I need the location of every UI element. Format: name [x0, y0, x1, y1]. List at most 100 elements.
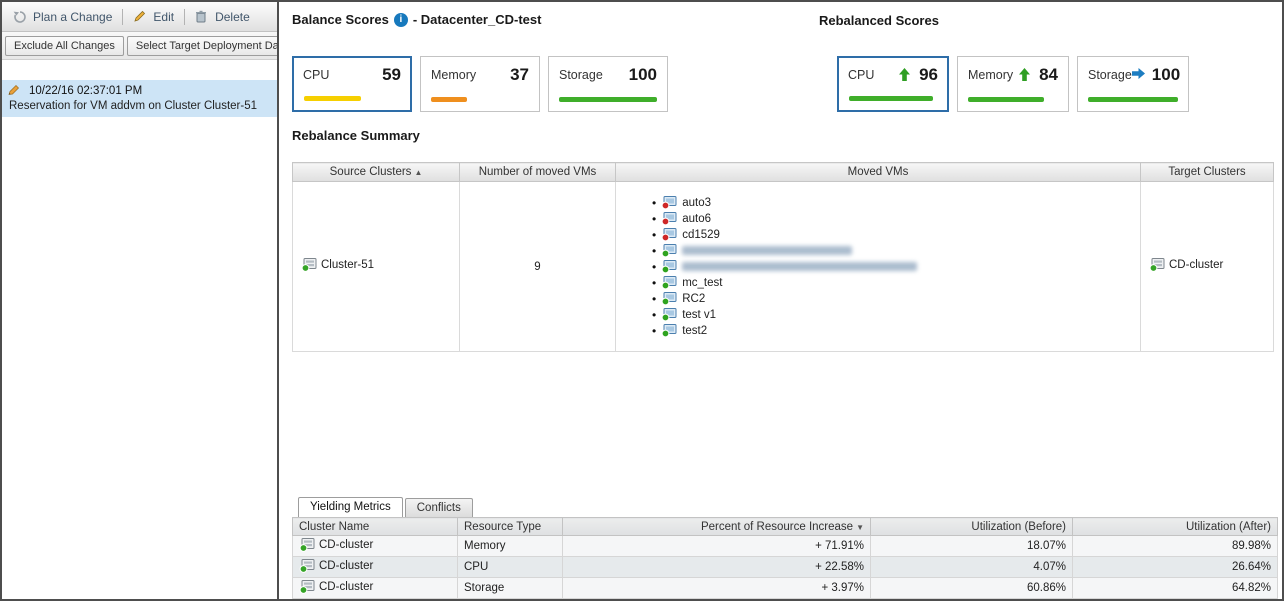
- tab-conflicts[interactable]: Conflicts: [405, 498, 473, 517]
- score-cards-row: CPU 59 Memory 37 Storage 100: [292, 56, 1282, 114]
- bullet: •: [652, 276, 656, 290]
- moved-vm[interactable]: •: [652, 259, 1140, 275]
- rebalance-summary-title: Rebalance Summary: [292, 128, 1282, 144]
- moved-vm[interactable]: •: [652, 243, 1140, 259]
- card-label: Memory: [431, 68, 476, 82]
- rebalanced-card-storage[interactable]: Storage 100: [1077, 56, 1189, 112]
- card-value: 84: [1039, 65, 1058, 85]
- exclude-all-changes-button[interactable]: Exclude All Changes: [5, 36, 124, 56]
- column-header-moved-vms[interactable]: Moved VMs: [616, 163, 1141, 182]
- target-cluster-name: CD-cluster: [1169, 259, 1223, 271]
- moved-vm[interactable]: • test2: [652, 323, 1140, 339]
- card-value: 100: [629, 65, 657, 85]
- bullet: •: [652, 212, 656, 226]
- bullet: •: [652, 260, 656, 274]
- resource-type: CPU: [458, 557, 563, 578]
- rebalance-summary-table: Source Clusters▲ Number of moved VMs Mov…: [292, 162, 1274, 352]
- card-value: 96: [919, 65, 938, 85]
- scores-header: Balance Scores i - Datacenter_CD-test Re…: [292, 12, 1282, 32]
- vm-icon: [661, 276, 677, 290]
- moved-vm[interactable]: • auto3: [652, 195, 1140, 211]
- column-header-cluster-name[interactable]: Cluster Name: [293, 518, 458, 536]
- column-header-resource-type[interactable]: Resource Type: [458, 518, 563, 536]
- vm-name: test2: [682, 325, 707, 337]
- plan-a-change-label: Plan a Change: [33, 10, 112, 24]
- cluster-icon: [299, 580, 315, 594]
- arrow-right-icon: [1132, 68, 1148, 82]
- column-header-utilization-after[interactable]: Utilization (After): [1073, 518, 1278, 536]
- table-row[interactable]: CD-cluster Memory + 71.91% 18.07% 89.98%: [293, 536, 1278, 557]
- moved-vm[interactable]: • RC2: [652, 291, 1140, 307]
- card-label: CPU: [848, 68, 874, 82]
- vm-name: auto6: [682, 213, 711, 225]
- delete-button[interactable]: Delete: [190, 7, 255, 27]
- column-header-utilization-before[interactable]: Utilization (Before): [871, 518, 1073, 536]
- percent-increase: + 71.91%: [563, 536, 871, 557]
- score-bar: [431, 97, 467, 102]
- moved-vm[interactable]: • test v1: [652, 307, 1140, 323]
- resource-type: Storage: [458, 578, 563, 599]
- utilization-before: 4.07%: [871, 557, 1073, 578]
- moved-vm[interactable]: • auto6: [652, 211, 1140, 227]
- change-description: Reservation for VM addvm on Cluster Clus…: [8, 100, 271, 112]
- balance-score-cards: CPU 59 Memory 37 Storage 100: [292, 56, 668, 112]
- score-bar: [1088, 97, 1178, 102]
- change-list-item-selected[interactable]: 10/22/16 02:37:01 PM Reservation for VM …: [2, 80, 277, 117]
- rebalanced-card-memory[interactable]: Memory 84: [957, 56, 1069, 112]
- summary-row[interactable]: Cluster-51 9 • auto3 •: [293, 182, 1274, 352]
- card-label: Storage: [1088, 68, 1132, 82]
- bullet: •: [652, 308, 656, 322]
- moved-vm-list: • auto3 • auto6 •: [616, 195, 1140, 339]
- edit-label: Edit: [153, 10, 174, 24]
- edit-button[interactable]: Edit: [128, 7, 179, 27]
- vm-name: test v1: [682, 309, 716, 321]
- utilization-after: 26.64%: [1073, 557, 1278, 578]
- balance-scores-title: Balance Scores: [292, 12, 389, 27]
- cluster-name: CD-cluster: [319, 539, 373, 551]
- table-row[interactable]: CD-cluster Storage + 3.97% 60.86% 64.82%: [293, 578, 1278, 599]
- balance-card-storage[interactable]: Storage 100: [548, 56, 668, 112]
- trash-icon: [195, 10, 211, 24]
- redacted-vm-name: [682, 246, 852, 255]
- vm-name: cd1529: [682, 229, 720, 241]
- score-bar: [968, 97, 1044, 102]
- edit-pencil-icon: [133, 10, 149, 24]
- cluster-name: CD-cluster: [319, 581, 373, 593]
- main-panel: Balance Scores i - Datacenter_CD-test Re…: [279, 2, 1282, 599]
- rebalanced-score-cards: CPU 96 Memory: [837, 56, 1189, 112]
- vm-icon: [661, 196, 677, 210]
- sidebar-toolbar: Plan a Change Edit Delete: [2, 2, 277, 32]
- utilization-after: 64.82%: [1073, 578, 1278, 599]
- score-bar: [849, 96, 933, 101]
- column-header-moved-vm-count[interactable]: Number of moved VMs: [460, 163, 616, 182]
- column-header-target-clusters[interactable]: Target Clusters: [1141, 163, 1274, 182]
- balance-card-cpu[interactable]: CPU 59: [292, 56, 412, 112]
- vm-icon: [661, 228, 677, 242]
- moved-vm[interactable]: • cd1529: [652, 227, 1140, 243]
- arrow-up-icon: [1019, 68, 1035, 82]
- cluster-icon: [299, 559, 315, 573]
- plan-a-change-button[interactable]: Plan a Change: [8, 7, 117, 27]
- tab-yielding-metrics[interactable]: Yielding Metrics: [298, 497, 403, 517]
- bullet: •: [652, 228, 656, 242]
- metrics-tabs: Yielding Metrics Conflicts: [292, 496, 1282, 517]
- redacted-vm-name: [682, 262, 917, 271]
- delete-label: Delete: [215, 10, 250, 24]
- reservation-icon: [8, 84, 24, 98]
- vm-icon: [661, 260, 677, 274]
- balance-card-memory[interactable]: Memory 37: [420, 56, 540, 112]
- info-icon[interactable]: i: [394, 13, 408, 27]
- vm-name: mc_test: [682, 277, 722, 289]
- score-bar: [559, 97, 657, 102]
- percent-increase: + 3.97%: [563, 578, 871, 599]
- moved-vm[interactable]: • mc_test: [652, 275, 1140, 291]
- rebalanced-card-cpu[interactable]: CPU 96: [837, 56, 949, 112]
- cluster-icon: [1149, 258, 1165, 272]
- select-target-deployment-button[interactable]: Select Target Deployment Da: [127, 36, 277, 56]
- card-value: 37: [510, 65, 529, 85]
- bullet: •: [652, 244, 656, 258]
- table-row[interactable]: CD-cluster CPU + 22.58% 4.07% 26.64%: [293, 557, 1278, 578]
- column-header-percent-increase[interactable]: Percent of Resource Increase▼: [563, 518, 871, 536]
- utilization-after: 89.98%: [1073, 536, 1278, 557]
- column-header-source-clusters[interactable]: Source Clusters▲: [293, 163, 460, 182]
